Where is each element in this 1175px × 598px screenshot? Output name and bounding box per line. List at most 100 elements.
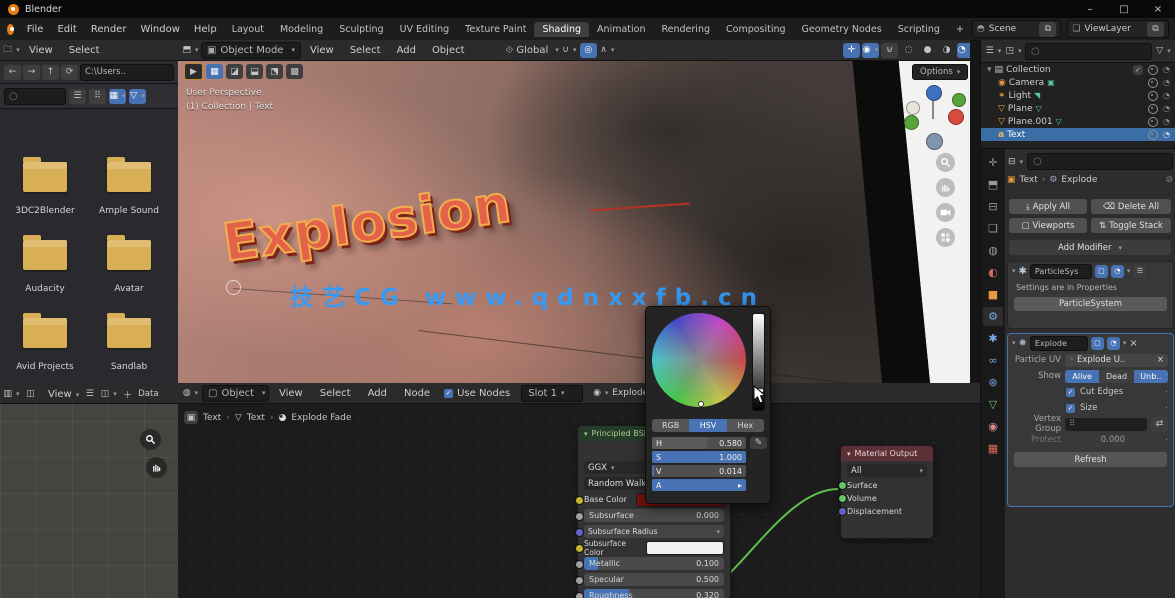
tab-modifiers[interactable]: ⚙ — [983, 307, 1003, 326]
tab-hex[interactable]: Hex — [727, 419, 764, 432]
view-layer-selector[interactable]: ❏ ViewLayer ⧉ — [1067, 20, 1169, 38]
particle-uv-field[interactable]: ◦ Explode U.. × — [1065, 354, 1168, 367]
modifier-name-field[interactable]: ParticleSys — [1030, 264, 1092, 279]
tab-render[interactable]: ⬒ — [983, 175, 1003, 194]
menu-render[interactable]: Render — [84, 24, 134, 35]
socket-roughness[interactable] — [575, 592, 584, 598]
subsurface-color-swatch[interactable] — [646, 541, 724, 555]
gizmo-axis-neg[interactable] — [904, 115, 919, 130]
value-number-slider[interactable]: V0.014 — [652, 465, 746, 477]
tab-constraints[interactable]: ⊛ — [983, 373, 1003, 392]
shading-solid-icon[interactable]: ● — [919, 43, 936, 58]
disable-render-icon[interactable]: ◔ — [1163, 130, 1170, 140]
hide-eye-icon[interactable] — [1148, 91, 1158, 101]
socket-displacement[interactable] — [838, 507, 847, 516]
folder-item[interactable]: Avid Projects — [4, 318, 86, 372]
tool-option-icon[interactable]: ▦ — [206, 64, 223, 79]
use-nodes-toggle[interactable]: ✓ Use Nodes — [444, 388, 510, 399]
gizmo-z-axis[interactable] — [926, 85, 942, 101]
remove-view-layer-button[interactable]: ⧉ — [1147, 22, 1164, 37]
modifier-extras-icon[interactable]: ▾ — [1123, 339, 1127, 347]
tab-output[interactable]: ⊟ — [983, 197, 1003, 216]
outliner-row-collection[interactable]: ▾ ▤ Collection ✓◔ — [981, 63, 1175, 76]
viewport-zoom-icon[interactable] — [936, 153, 955, 172]
show-viewport-icon[interactable]: ▢ — [1095, 265, 1108, 278]
tab-world[interactable]: ◐ — [983, 263, 1003, 282]
hide-eye-icon[interactable] — [1148, 78, 1158, 88]
tab-view-layer[interactable]: ❏ — [983, 219, 1003, 238]
tab-rgb[interactable]: RGB — [652, 419, 689, 432]
hamburger-menu-icon[interactable]: ☰ — [81, 387, 98, 402]
specular-slider[interactable]: Specular0.500 — [584, 573, 724, 586]
expand-icon[interactable]: ▾ — [1012, 267, 1016, 275]
socket-metallic[interactable] — [575, 560, 584, 569]
shading-rendered-icon[interactable]: ◔ — [957, 43, 970, 58]
gizmo-y-axis[interactable] — [952, 93, 966, 107]
eyedropper-icon[interactable]: ✎ — [750, 437, 767, 449]
shader-view-menu[interactable]: View — [272, 388, 310, 399]
workspace-tab-geometry-nodes[interactable]: Geometry Nodes — [794, 22, 890, 37]
target-dropdown[interactable]: All — [847, 464, 927, 477]
disable-render-icon[interactable]: ◔ — [1163, 117, 1170, 127]
material-output-node[interactable]: ▾Material Output All Surface Volume Disp… — [840, 445, 934, 539]
show-alive-toggle[interactable]: Alive — [1065, 370, 1099, 383]
delete-modifier-icon[interactable]: × — [1129, 338, 1137, 349]
path-field[interactable]: C:\Users.. — [80, 64, 174, 81]
roughness-slider[interactable]: Roughness0.320 — [584, 589, 724, 598]
viewport-camera-view-icon[interactable] — [936, 203, 955, 222]
disable-render-icon[interactable]: ◔ — [1163, 65, 1170, 75]
outliner-filter-icon[interactable]: ▽ — [1155, 44, 1172, 59]
workspace-tab-modeling[interactable]: Modeling — [272, 22, 331, 37]
metallic-slider[interactable]: Metallic0.100 — [584, 557, 724, 570]
menu-window[interactable]: Window — [133, 24, 186, 35]
refresh-button[interactable]: Refresh — [1014, 452, 1167, 467]
refresh-icon[interactable]: ⟳ — [61, 65, 78, 80]
workspace-tab-compositing[interactable]: Compositing — [718, 22, 794, 37]
slot-selector[interactable]: Slot 1 — [521, 385, 583, 402]
menu-file[interactable]: File — [20, 24, 51, 35]
shader-add-menu[interactable]: Add — [361, 388, 394, 399]
add-modifier-dropdown[interactable]: Add Modifier — [1009, 240, 1171, 255]
tool-option-icon[interactable]: ⬓ — [246, 64, 263, 79]
navigation-gizmo[interactable] — [904, 85, 964, 145]
new-scene-button[interactable]: ⧉ — [1039, 22, 1056, 37]
outliner-row-plane[interactable]: ▽ Plane ▽ ◔ — [981, 102, 1175, 115]
image-editor[interactable]: ▥ ◫ View ☰ ◫ ＋ Data — [0, 385, 179, 598]
outliner-row-plane-001[interactable]: ▽ Plane.001 ▽ ◔ — [981, 115, 1175, 128]
apply-all-button[interactable]: ⤓Apply All — [1009, 199, 1087, 214]
back-icon[interactable]: ← — [4, 65, 21, 80]
display-horizontal-list-icon[interactable]: ⠿ — [89, 89, 106, 104]
folder-item[interactable]: Ample Sound — [88, 162, 170, 216]
protect-value-field[interactable]: 0.000 — [1065, 434, 1161, 447]
workspace-tab-rendering[interactable]: Rendering — [653, 22, 718, 37]
shading-material-icon[interactable]: ◑ — [938, 43, 955, 58]
shading-wireframe-icon[interactable]: ◌ — [900, 43, 917, 58]
particle-modifier-header[interactable]: ▾ ✱ ParticleSys ▢ ◔ ▾ ☰ — [1008, 262, 1173, 280]
socket-surface[interactable] — [838, 481, 847, 490]
size-checkbox[interactable]: ✓ — [1066, 404, 1075, 413]
hide-eye-icon[interactable] — [1148, 130, 1158, 140]
folder-item[interactable]: 3DC2Blender — [4, 162, 86, 216]
modifier-extras-icon[interactable]: ▾ — [1127, 267, 1131, 275]
tab-hsv[interactable]: HSV — [689, 419, 726, 432]
parent-dir-icon[interactable]: ↑ — [42, 65, 59, 80]
tab-material[interactable]: ◉ — [983, 417, 1003, 436]
viewport-select-menu[interactable]: Select — [343, 45, 388, 56]
scene-selector[interactable]: ◓ Scene ⧉ — [972, 20, 1061, 38]
toggle-xray-icon[interactable]: ⊌ — [881, 43, 898, 58]
show-viewport-icon[interactable]: ▢ — [1091, 337, 1104, 350]
socket-subsurface[interactable] — [575, 512, 584, 521]
close-button[interactable]: × — [1141, 0, 1175, 18]
tab-texture[interactable]: ▦ — [983, 439, 1003, 458]
maximize-button[interactable]: □ — [1107, 0, 1141, 18]
subsurface-radius-dropdown[interactable]: Subsurface Radius — [584, 525, 724, 538]
menu-edit[interactable]: Edit — [50, 24, 83, 35]
viewport-pan-hand-icon[interactable] — [936, 178, 955, 197]
tab-object-data[interactable]: ▽ — [983, 395, 1003, 414]
folder-item[interactable]: Audacity — [4, 240, 86, 294]
output-node-header[interactable]: ▾Material Output — [841, 446, 933, 461]
blender-menu-icon[interactable] — [7, 24, 14, 35]
filter-funnel-icon[interactable]: ▽ — [129, 89, 146, 104]
image-view-menu[interactable]: View — [41, 389, 79, 400]
proportional-falloff-icon[interactable]: ∧ — [599, 43, 616, 58]
